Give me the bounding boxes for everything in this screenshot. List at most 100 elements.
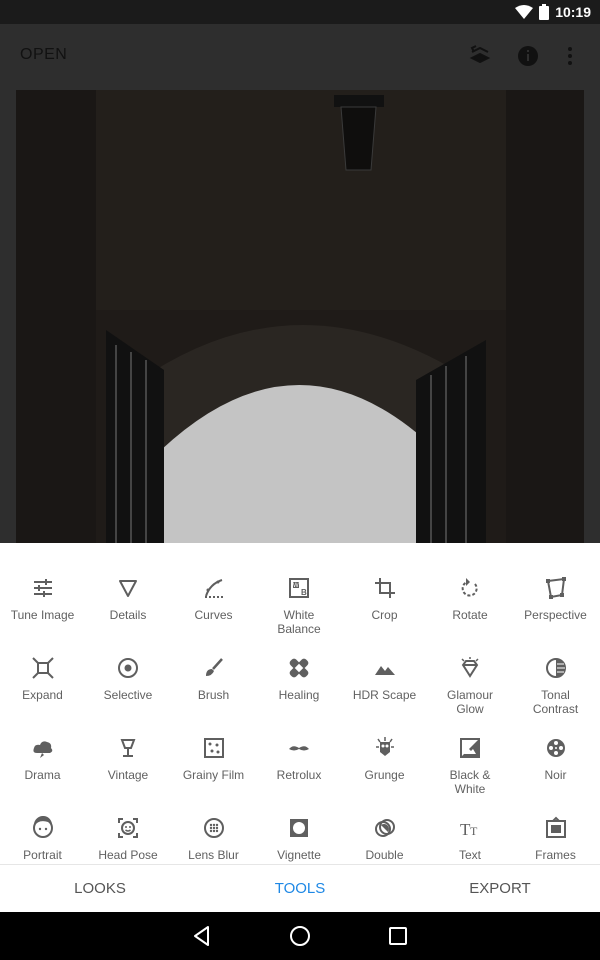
tool-label: Selective [103,688,153,702]
photo-preview [16,90,584,543]
tool-label: Grainy Film [182,768,245,782]
tool-brush[interactable]: Brush [171,656,256,702]
tool-label: Details [109,608,147,622]
drama-cloud-icon [31,736,55,760]
tool-drama[interactable]: Drama [0,736,85,782]
frames-icon [544,816,568,840]
tool-label: Portrait [23,848,62,862]
healing-icon [287,656,311,680]
tool-label: Healing [278,688,320,702]
tool-label: Double [365,848,404,862]
vintage-lamp-icon [116,736,140,760]
tool-label: Frames [535,848,576,862]
lens-blur-icon [202,816,226,840]
tool-vignette[interactable]: Vignette [257,816,342,862]
text-icon: TT [458,816,482,840]
black-white-icon [458,736,482,760]
tool-perspective[interactable]: Perspective [513,576,598,622]
tool-grainy-film[interactable]: Grainy Film [171,736,256,782]
stacks-icon[interactable] [468,44,492,68]
tool-label: Vintage [107,768,149,782]
back-icon[interactable] [190,924,214,948]
tool-label: Text [458,848,481,862]
double-exposure-icon [373,816,397,840]
tool-label: Black & White [449,768,491,796]
tool-label: Brush [197,688,230,702]
tool-double[interactable]: Double [342,816,427,862]
tool-label: Lens Blur [188,848,239,862]
tool-grunge[interactable]: Grunge [342,736,427,782]
retrolux-mustache-icon [287,736,311,760]
perspective-icon [544,576,568,600]
tool-details[interactable]: Details [86,576,171,622]
tool-vintage[interactable]: Vintage [86,736,171,782]
glamour-glow-icon [458,656,482,680]
tool-retrolux[interactable]: Retrolux [257,736,342,782]
portrait-face-icon [31,815,55,840]
tools-sheet: Tune Image Details Curves B W White Balance Cr… [0,543,600,864]
tonal-contrast-icon [544,656,568,680]
system-nav-bar [0,912,600,960]
white-balance-icon: BW [287,576,311,600]
info-icon[interactable] [516,44,540,68]
tool-black-white[interactable]: Black & White [428,736,513,796]
recents-icon[interactable] [386,924,410,948]
grainy-film-icon [202,736,226,760]
more-vert-icon[interactable] [558,44,582,68]
curves-icon [202,576,226,600]
tool-label: Grunge [364,768,405,782]
tool-curves[interactable]: Curves [171,576,256,622]
tool-head-pose[interactable]: Head Pose [86,816,171,862]
tool-tonal-contrast[interactable]: Tonal Contrast [513,656,598,716]
tool-expand[interactable]: Expand [0,656,85,702]
brush-icon [202,656,226,680]
tool-hdr-scape[interactable]: HDR Scape [342,656,427,702]
tool-label: Expand [22,688,63,702]
tool-text[interactable]: T T Text [428,816,513,862]
tool-frames[interactable]: Frames [513,816,598,862]
tool-white-balance[interactable]: B W White Balance [257,576,342,636]
tool-label: Glamour Glow [446,688,493,716]
tool-rotate[interactable]: Rotate [428,576,513,622]
expand-icon [31,656,55,680]
battery-icon [539,4,550,20]
head-pose-icon [116,816,140,840]
tab-export[interactable]: EXPORT [400,865,600,913]
svg-text:W: W [293,583,299,589]
tool-crop[interactable]: Crop [342,576,427,622]
noir-film-reel-icon [544,736,568,760]
tool-label: Retrolux [276,768,322,782]
tool-selective[interactable]: Selective [86,656,171,702]
crop-icon [373,576,397,600]
tool-label: Perspective [524,608,587,622]
tool-label: Crop [371,608,398,622]
vignette-icon [287,816,311,840]
tool-label: Drama [24,768,61,782]
bottom-nav: LOOKS TOOLS EXPORT [0,864,600,912]
tool-label: Rotate [452,608,488,622]
tool-label: Curves [194,608,233,622]
tab-tools[interactable]: TOOLS [200,865,400,913]
app-toolbar: OPEN [0,24,600,88]
tool-tune-image[interactable]: Tune Image [0,576,85,622]
tool-glamour-glow[interactable]: Glamour Glow [428,656,513,716]
rotate-icon [458,576,482,600]
hdr-mountains-icon [373,656,397,680]
grunge-icon [373,736,397,760]
tool-lens-blur[interactable]: Lens Blur [171,816,256,862]
open-button[interactable]: OPEN [20,46,67,64]
tool-label: Tonal Contrast [532,688,579,716]
tool-label: White Balance [277,608,321,636]
tab-looks[interactable]: LOOKS [0,865,200,913]
editor-backdrop: OPEN [0,24,600,543]
home-icon[interactable] [288,924,312,948]
tool-noir[interactable]: Noir [513,736,598,782]
selective-icon [116,656,140,680]
tune-icon [31,576,55,600]
tool-portrait[interactable]: Portrait [0,815,85,862]
tool-healing[interactable]: Healing [257,656,342,702]
tool-label: Noir [544,768,567,782]
tool-label: Head Pose [98,848,158,862]
svg-text:T: T [470,824,478,838]
details-triangle-icon [116,576,140,600]
